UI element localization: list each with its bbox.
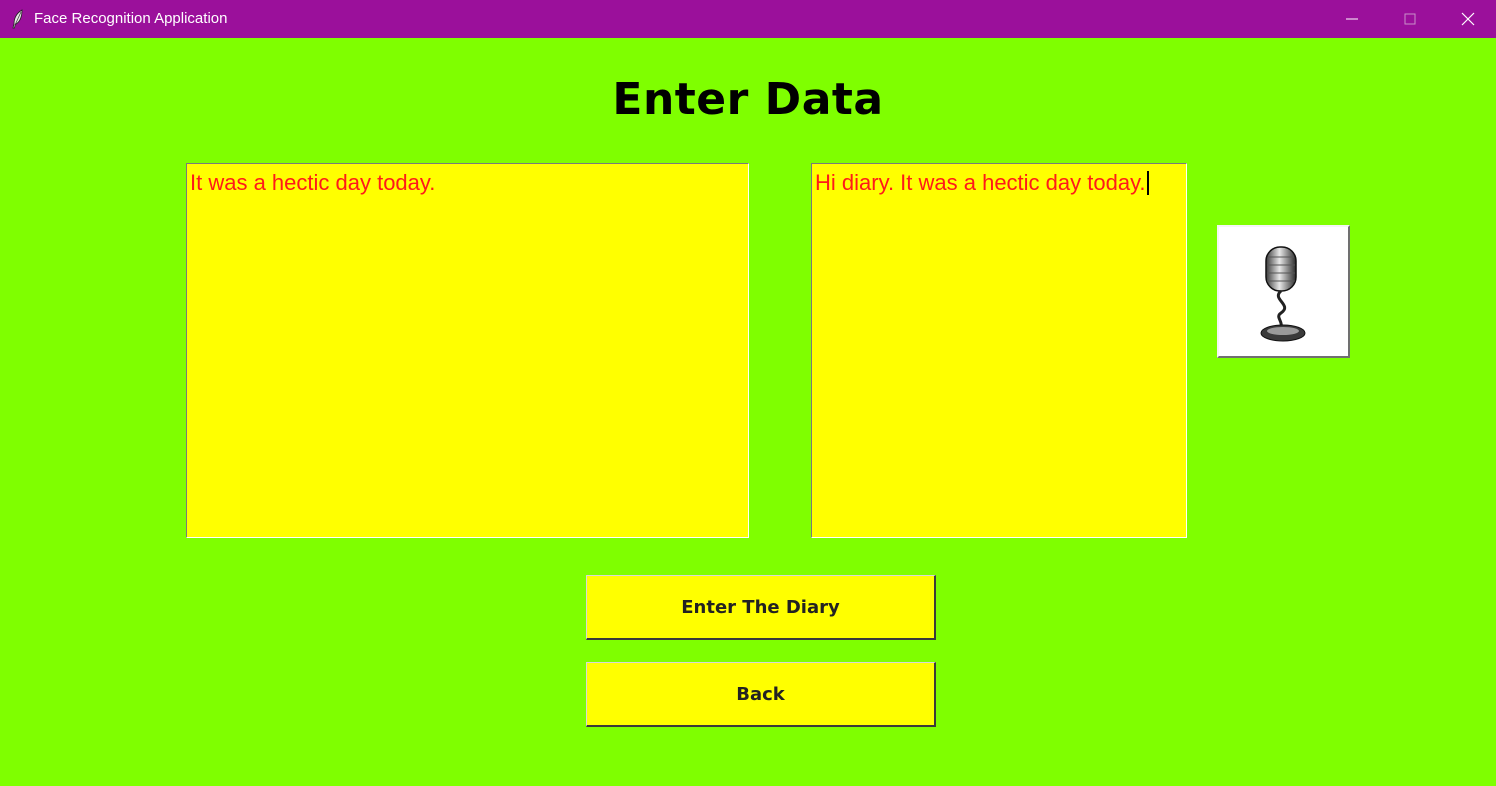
enter-diary-button[interactable]: Enter The Diary <box>586 575 936 640</box>
back-label: Back <box>736 683 785 705</box>
window-title: Face Recognition Application <box>34 10 228 27</box>
maximize-icon <box>1404 13 1416 25</box>
maximize-button[interactable] <box>1381 0 1439 38</box>
speech-text-input[interactable]: Hi diary. It was a hectic day today. <box>811 163 1187 538</box>
back-button[interactable]: Back <box>586 662 936 727</box>
close-button[interactable] <box>1439 0 1496 38</box>
enter-diary-label: Enter The Diary <box>681 596 840 618</box>
diary-text-input[interactable]: It was a hectic day today. <box>186 163 749 538</box>
microphone-icon <box>1260 246 1306 342</box>
speech-text-value: Hi diary. It was a hectic day today. <box>815 170 1146 195</box>
title-bar: Face Recognition Application <box>0 0 1496 38</box>
close-icon <box>1461 12 1475 26</box>
minimize-button[interactable] <box>1323 0 1381 38</box>
page-title: Enter Data <box>612 74 884 125</box>
text-caret <box>1146 171 1149 195</box>
diary-text-value: It was a hectic day today. <box>190 170 436 195</box>
feather-icon <box>12 9 23 29</box>
microphone-button[interactable] <box>1217 225 1350 358</box>
minimize-icon <box>1346 18 1358 20</box>
